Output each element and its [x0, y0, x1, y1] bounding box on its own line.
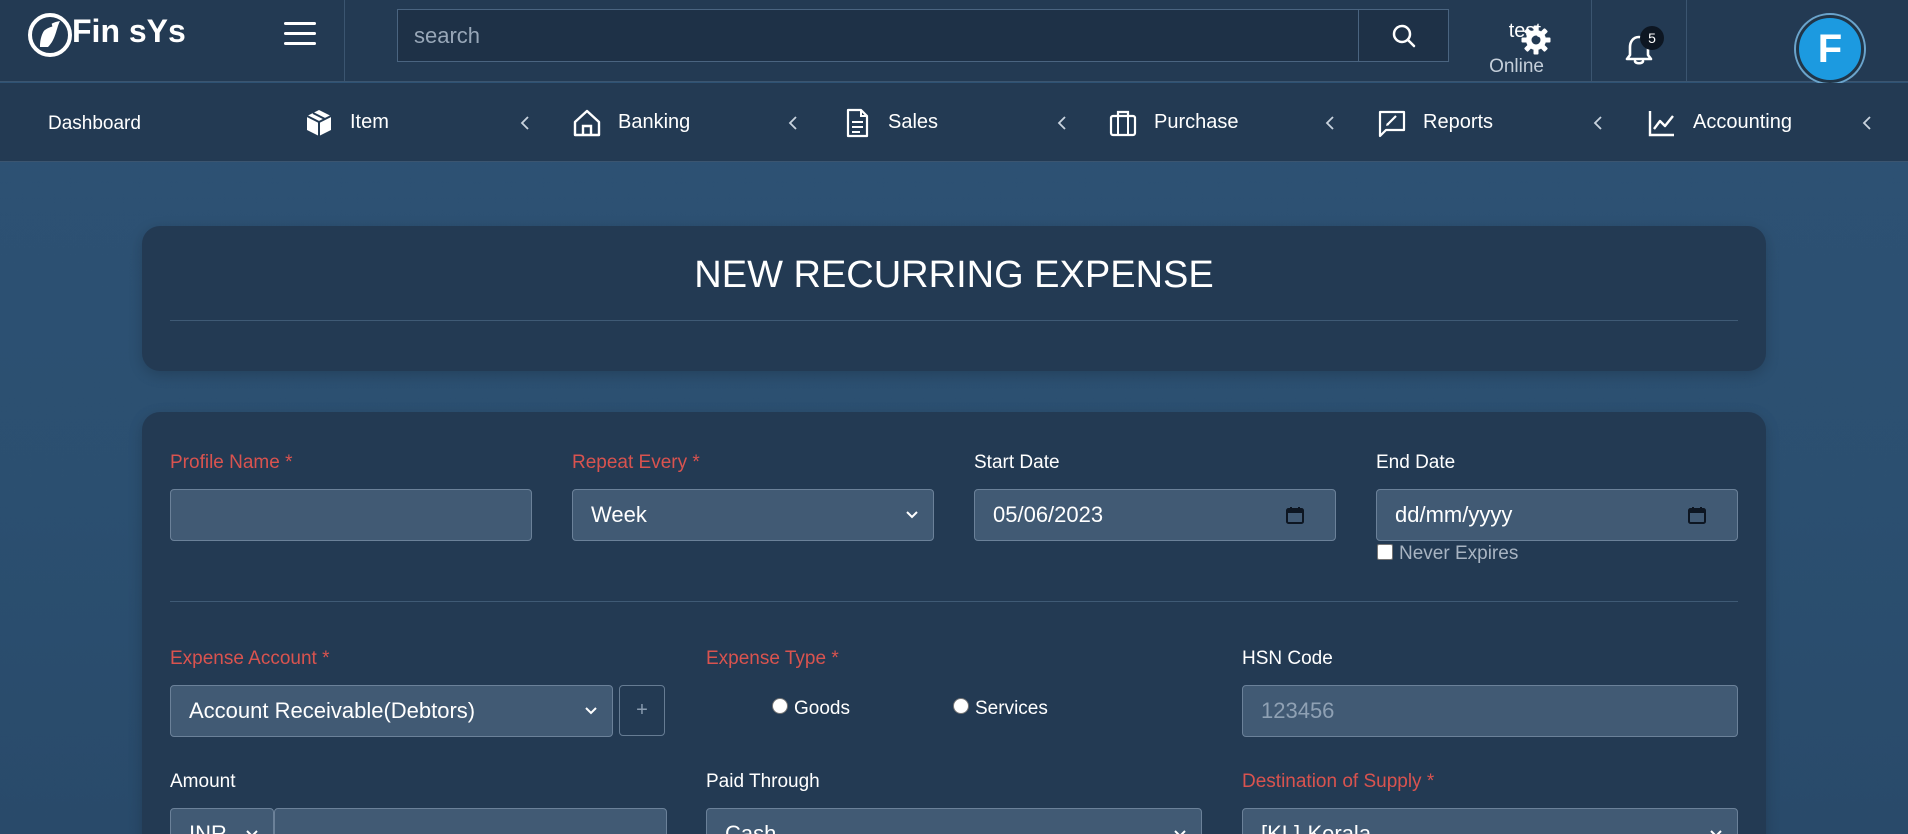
- nav-item-banking[interactable]: Banking: [572, 83, 690, 162]
- avatar-letter: F: [1817, 26, 1843, 71]
- title-card: NEW RECURRING EXPENSE: [142, 226, 1766, 371]
- chevron-left-icon[interactable]: [1323, 113, 1337, 133]
- chevron-left-icon[interactable]: [786, 113, 800, 133]
- hsn-code-input[interactable]: 123456: [1242, 685, 1738, 737]
- destination-of-supply-label: Destination of Supply *: [1242, 771, 1435, 792]
- paid-through-label: Paid Through: [706, 771, 820, 792]
- services-radio[interactable]: [953, 698, 969, 714]
- expense-account-value: Account Receivable(Debtors): [189, 698, 476, 723]
- calendar-icon[interactable]: [1285, 505, 1305, 525]
- start-date-label: Start Date: [974, 452, 1060, 473]
- add-expense-account-button[interactable]: +: [619, 685, 665, 736]
- chevron-down-icon: [1710, 830, 1722, 834]
- repeat-every-select[interactable]: Week: [572, 489, 934, 541]
- home-icon: [573, 109, 601, 136]
- expense-type-label: Expense Type *: [706, 648, 839, 669]
- hsn-code-label: HSN Code: [1242, 648, 1333, 669]
- repeat-every-value: Week: [591, 502, 647, 527]
- paid-through-value: Cash: [725, 821, 777, 834]
- expense-account-select[interactable]: Account Receivable(Debtors): [170, 685, 613, 737]
- nav-dashboard[interactable]: Dashboard: [48, 113, 141, 135]
- chevron-left-icon[interactable]: [1591, 113, 1605, 133]
- goods-radio-label: Goods: [794, 698, 850, 719]
- start-date-input[interactable]: 05/06/2023: [974, 489, 1336, 541]
- user-name: test: [1508, 20, 1541, 42]
- nav-label: Purchase: [1154, 111, 1239, 133]
- divider: [170, 601, 1738, 602]
- notification-count-badge: 5: [1640, 26, 1664, 50]
- chevron-down-icon: [906, 511, 918, 519]
- nav-item-reports[interactable]: Reports: [1377, 83, 1493, 162]
- chevron-left-icon[interactable]: [1860, 113, 1874, 133]
- app-logo[interactable]: Fin sYs: [26, 10, 186, 60]
- divider: [170, 320, 1738, 321]
- chevron-down-icon: [1174, 830, 1186, 834]
- menu-toggle-icon[interactable]: [284, 22, 316, 48]
- profile-name-label: Profile Name *: [170, 452, 293, 473]
- search-input[interactable]: [398, 10, 1358, 61]
- nav-label: Reports: [1423, 111, 1494, 133]
- destination-of-supply-select[interactable]: [KL]-Kerala: [1242, 808, 1738, 834]
- nav-item-item[interactable]: Item: [304, 83, 389, 162]
- currency-select[interactable]: INR: [170, 808, 274, 834]
- services-radio-label: Services: [975, 698, 1048, 719]
- start-date-value: 05/06/2023: [993, 502, 1104, 527]
- end-date-placeholder: dd/mm/yyyy: [1395, 502, 1513, 527]
- app-name: Fin sYs: [72, 12, 186, 49]
- logo-icon: [28, 13, 72, 57]
- avatar[interactable]: F: [1796, 15, 1864, 83]
- chart-line-icon: [1648, 110, 1674, 136]
- amount-input[interactable]: [274, 808, 667, 834]
- nav-label: Accounting: [1693, 111, 1792, 133]
- form-card: Profile Name * Repeat Every * Week Start…: [142, 412, 1766, 834]
- amount-label: Amount: [170, 771, 236, 792]
- nav-item-sales[interactable]: Sales: [842, 83, 938, 162]
- goods-radio[interactable]: [772, 698, 788, 714]
- header-divider: [1686, 0, 1687, 82]
- repeat-every-label: Repeat Every *: [572, 452, 700, 473]
- never-expires-checkbox[interactable]: [1377, 544, 1393, 560]
- header-divider: [344, 0, 345, 82]
- nav-label: Banking: [618, 111, 691, 133]
- search-icon: [1392, 24, 1415, 47]
- chevron-down-icon: [246, 830, 258, 834]
- document-icon: [846, 108, 869, 137]
- profile-name-input[interactable]: [170, 489, 532, 541]
- expense-account-label: Expense Account *: [170, 648, 330, 669]
- destination-of-supply-value: [KL]-Kerala: [1261, 821, 1372, 834]
- chevron-left-icon[interactable]: [1055, 113, 1069, 133]
- nav-item-purchase[interactable]: Purchase: [1108, 83, 1239, 162]
- never-expires-label: Never Expires: [1399, 543, 1519, 564]
- search-bar: [397, 9, 1449, 62]
- search-button[interactable]: [1358, 10, 1448, 61]
- report-icon: [1378, 110, 1406, 137]
- page-title: NEW RECURRING EXPENSE: [694, 254, 1214, 296]
- user-status: Online: [1489, 56, 1544, 77]
- nav-label: Sales: [888, 111, 939, 133]
- main-nav: Dashboard Item Banking Sales Purchase Re…: [0, 83, 1908, 162]
- box-icon: [306, 109, 332, 136]
- nav-label: Item: [350, 111, 389, 133]
- chevron-down-icon: [585, 707, 597, 715]
- chevron-left-icon[interactable]: [518, 113, 532, 133]
- end-date-input[interactable]: dd/mm/yyyy: [1376, 489, 1738, 541]
- nav-item-accounting[interactable]: Accounting: [1647, 83, 1792, 162]
- paid-through-select[interactable]: Cash: [706, 808, 1202, 834]
- currency-value: INR: [189, 821, 227, 834]
- end-date-label: End Date: [1376, 452, 1456, 473]
- top-header: Fin sYs 5 te: [0, 0, 1908, 83]
- briefcase-icon: [1109, 110, 1137, 136]
- calendar-icon[interactable]: [1687, 505, 1707, 525]
- header-divider: [1591, 0, 1592, 82]
